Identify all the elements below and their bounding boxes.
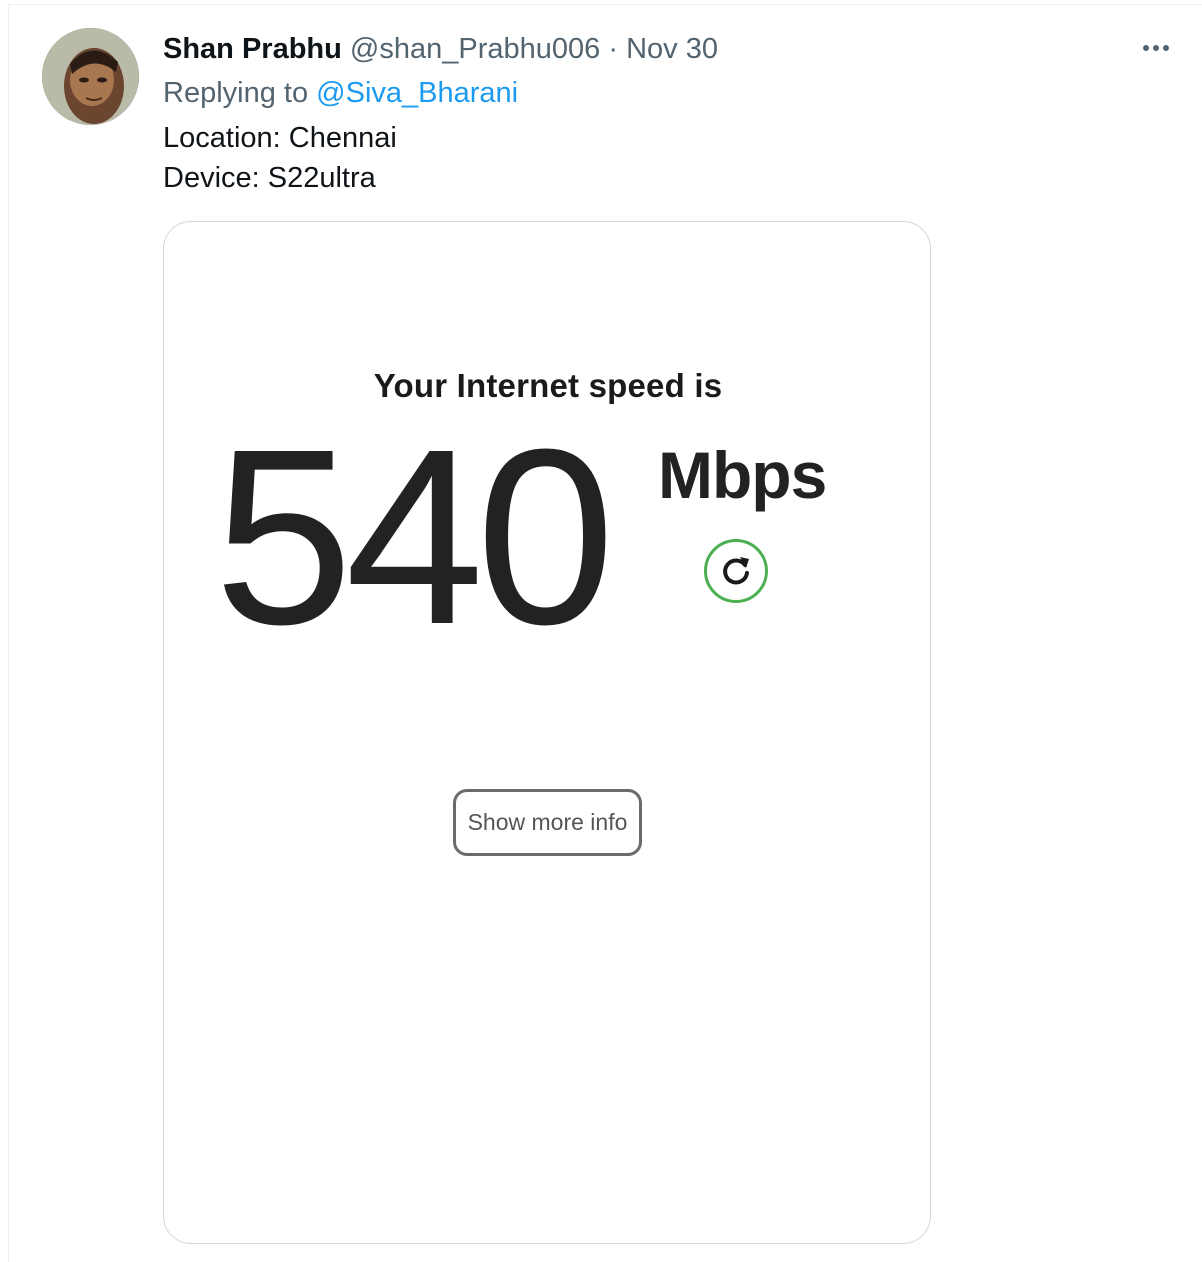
more-dots-icon [1143, 45, 1149, 51]
reply-context: Replying to @Siva_Bharani [163, 74, 518, 112]
more-dots-icon [1153, 45, 1159, 51]
speed-value: 540 [214, 397, 615, 676]
avatar-photo [42, 28, 139, 125]
speed-unit: Mbps [658, 438, 827, 512]
reply-prefix: Replying to [163, 77, 309, 109]
tweet-line-device: Device: S22ultra [163, 162, 376, 194]
refresh-icon [723, 557, 749, 585]
more-dots-icon [1163, 45, 1169, 51]
tweet-date[interactable]: Nov 30 [626, 33, 718, 65]
reply-to-handle[interactable]: @Siva_Bharani [316, 77, 518, 109]
tweet-text: Location: Chennai Device: S22ultra [163, 118, 397, 198]
header-separator: · [608, 33, 619, 65]
user-handle[interactable]: @shan_Prabhu006 [350, 33, 600, 65]
tweet-line-location: Location: Chennai [163, 122, 397, 154]
display-name[interactable]: Shan Prabhu [163, 33, 342, 65]
tweet-header: Shan Prabhu @shan_Prabhu006 · Nov 30 [163, 30, 718, 68]
show-more-info-button[interactable]: Show more info [453, 789, 642, 856]
refresh-button[interactable] [704, 539, 768, 603]
more-options-button[interactable] [1136, 36, 1176, 60]
avatar[interactable] [42, 28, 139, 125]
tweet-media-image[interactable]: Your Internet speed is 540 Mbps Show mor… [163, 221, 931, 1244]
